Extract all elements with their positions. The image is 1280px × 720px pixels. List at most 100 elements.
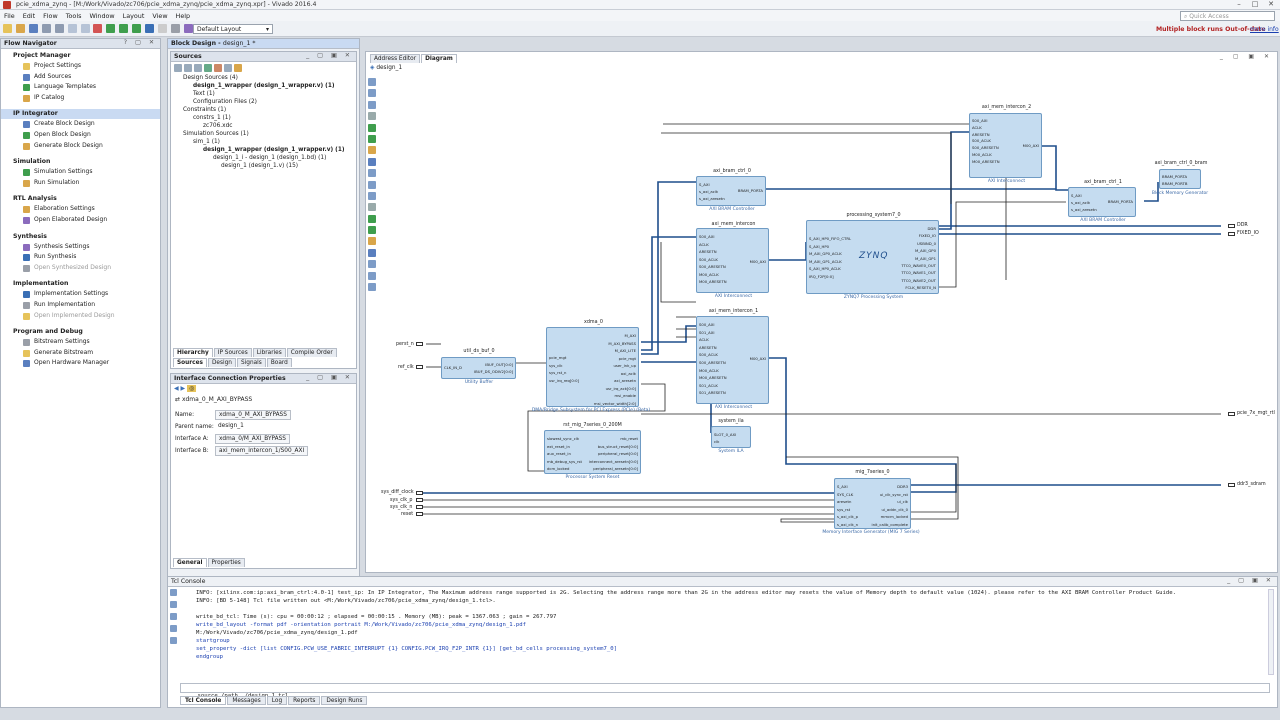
redo-icon[interactable] [54,24,64,33]
minimize-button[interactable]: – [1232,0,1246,8]
property-value[interactable]: xdma_0/M_AXI_BYPASS [215,434,290,444]
port-m00-aresetn[interactable]: M00_ARESETN [699,278,727,286]
flow-section-simulation[interactable]: Simulation [1,157,160,167]
port-init-calib-complete[interactable]: init_calib_complete [872,521,908,529]
source-subtab-design[interactable]: Design [207,358,236,367]
port-s-axi-aresetn[interactable]: s_axi_aresetn [1071,206,1097,213]
port-fixed-io[interactable]: FIXED_IO [901,232,936,239]
paste-icon[interactable] [80,24,90,33]
util-ds-buf-block[interactable]: CLK_IN_D IBUF_OUT[0:0] IBUF_DS_ODIV2[0:0] [441,357,516,379]
port-m-axi-gp0-aclk[interactable]: M_AXI_GP0_ACLK [809,250,851,258]
open-icon[interactable] [15,24,25,33]
port-m00-aresetn[interactable]: M00_ARESETN [972,159,1000,166]
source-tree-item[interactable]: design_1_wrapper (design_1_wrapper.v) (1… [175,82,356,90]
ila-block[interactable]: SLOT_0_AXI clk [711,426,751,448]
save-icon[interactable] [28,24,38,33]
port-s00-aresetn[interactable]: S00_ARESETN [699,263,727,271]
properties-icon[interactable] [223,64,232,72]
console-tab-messages[interactable]: Messages [227,696,266,705]
port-interconnect-aresetn-0-0[interactable]: interconnect_aresetn[0:0] [589,458,638,466]
port-m-axi-gp1[interactable]: M_AXI_GP1 [901,255,936,262]
wire-m-axi[interactable] [641,236,696,351]
flow-section-implementation[interactable]: Implementation [1,279,160,289]
menu-window[interactable]: Window [89,12,114,20]
port-mmcm-locked[interactable]: mmcm_locked [872,513,908,521]
fixed-io-port[interactable] [1228,232,1235,236]
port-s-axi-aresetn[interactable]: s_axi_aresetn [699,195,725,202]
select-icon[interactable]: ◎ [187,385,197,392]
flow-item-generate-block-design[interactable]: Generate Block Design [1,141,160,152]
flow-item-open-implemented-design[interactable]: Open Implemented Design [1,311,160,322]
flow-section-program-and-debug[interactable]: Program and Debug [1,327,160,337]
wire-intercon-gp[interactable] [766,242,807,261]
source-subtab-board[interactable]: Board [266,358,292,367]
port-s00-aclk[interactable]: S00_ACLK [699,256,727,264]
copy-icon[interactable] [67,24,77,33]
port-s00-axi[interactable]: S00_AXI [699,233,727,241]
port-s-axi-hp0[interactable]: S_AXI_HP0 [809,243,851,251]
port-slot-0-axi[interactable]: SLOT_0_AXI [714,431,736,438]
port-s-axi[interactable]: S_AXI [1071,192,1097,199]
wire-m-axi-bypass[interactable] [641,325,696,343]
quick-access-input[interactable]: ⌕ Quick Access [1180,11,1275,21]
ref-clk-port[interactable] [416,365,423,369]
sum-icon[interactable] [183,24,193,33]
menu-flow[interactable]: Flow [43,12,58,20]
tcl-console-controls[interactable]: _ ▢ ▣ ✕ [1227,577,1274,584]
ddr3-port[interactable] [1228,483,1235,487]
menu-tools[interactable]: Tools [66,12,82,20]
axi-mem-intercon-block[interactable]: S00_AXI ACLK ARESETN S00_ACLK S00_ARESETN M00… [696,228,769,293]
menu-file[interactable]: File [4,12,15,20]
wire-gp1[interactable] [938,131,970,230]
flow-item-open-elaborated-design[interactable]: Open Elaborated Design [1,215,160,226]
flow-item-bitstream-settings[interactable]: Bitstream Settings [1,337,160,348]
wire-intercon2[interactable] [1042,145,1070,191]
clear-icon[interactable] [170,589,177,596]
expand-all-icon[interactable] [193,64,202,72]
ddr-port[interactable] [1228,224,1235,228]
port-aclk[interactable]: ACLK [972,125,1000,132]
port-s00-aclk[interactable]: S00_ACLK [699,351,727,359]
run-icon[interactable] [106,24,116,33]
port-s-axi[interactable]: S_AXI [699,181,725,188]
flow-item-ip-catalog[interactable]: IP Catalog [1,93,160,104]
port-mb-reset[interactable]: mb_reset [589,435,638,443]
source-tab-ip-sources[interactable]: IP Sources [213,348,252,357]
port-aclk[interactable]: ACLK [699,336,727,344]
sys-clk-n-port[interactable] [416,505,423,509]
flow-item-open-block-design[interactable]: Open Block Design [1,130,160,141]
port-pcie-mgt[interactable]: pcie_mgt [549,354,579,362]
delete-icon[interactable] [93,24,103,33]
axi-bram-ctrl-0-block[interactable]: S_AXI s_axi_aclk s_axi_aresetn BRAM_PORTA [696,176,766,206]
port-m-axi[interactable]: M_AXI [594,332,637,340]
port-m-axi-bypass[interactable]: M_AXI_BYPASS [594,340,636,348]
source-tree-item[interactable]: zc706.xdc [175,122,356,130]
sys-clk-p-port[interactable] [416,498,423,502]
port-irq-f2p-0-0[interactable]: IRQ_F2P[0:0] [809,273,851,281]
mig-block[interactable]: S_AXI SYS_CLK aresetn sys_rst s_axi_clk_p s_a… [834,478,911,529]
source-tree-item[interactable]: design_1_i - design_1 (design_1.bd) (1) [175,154,356,162]
port-m-axi-lite[interactable]: M_AXI_LITE [594,347,636,355]
flow-item-implementation-settings[interactable]: Implementation Settings [1,289,160,300]
remove-source-icon[interactable] [213,64,222,72]
port-axi-aclk[interactable]: axi_aclk [594,370,636,378]
source-tree-item[interactable]: design_1 (design_1.v) (15) [175,162,356,170]
property-value[interactable]: axi_mem_intercon_1/S00_AXI [215,446,309,456]
wire-aclk[interactable] [660,242,696,303]
properties-tab-general[interactable]: General [173,558,207,567]
tcl-input[interactable]: source /path../design_1.tcl [180,683,1270,699]
port-usbind-0[interactable]: USBIND_0 [901,240,936,247]
port-ui-clk-sync-rst[interactable]: ui_clk_sync_rst [872,491,908,499]
flow-item-open-synthesized-design[interactable]: Open Synthesized Design [1,263,160,274]
xdma-block[interactable]: pcie_mgt sys_clk sys_rst_n usr_irq_req[0:0]… [546,327,639,407]
port-slowest-sync-clk[interactable]: slowest_sync_clk [547,435,582,443]
port-sys-rst[interactable]: sys_rst [837,506,858,514]
source-subtab-signals[interactable]: Signals [236,358,266,367]
port-s00-aresetn[interactable]: S00_ARESETN [972,145,1000,152]
source-tab-hierarchy[interactable]: Hierarchy [173,348,213,357]
port-s01-aresetn[interactable]: S01_ARESETN [699,389,727,397]
port-msi-vector-width-2-0[interactable]: msi_vector_width[2:0] [594,400,636,408]
new-project-icon[interactable] [3,24,12,33]
wire-sys-clk[interactable] [421,499,836,515]
console-tab-reports[interactable]: Reports [288,696,321,705]
